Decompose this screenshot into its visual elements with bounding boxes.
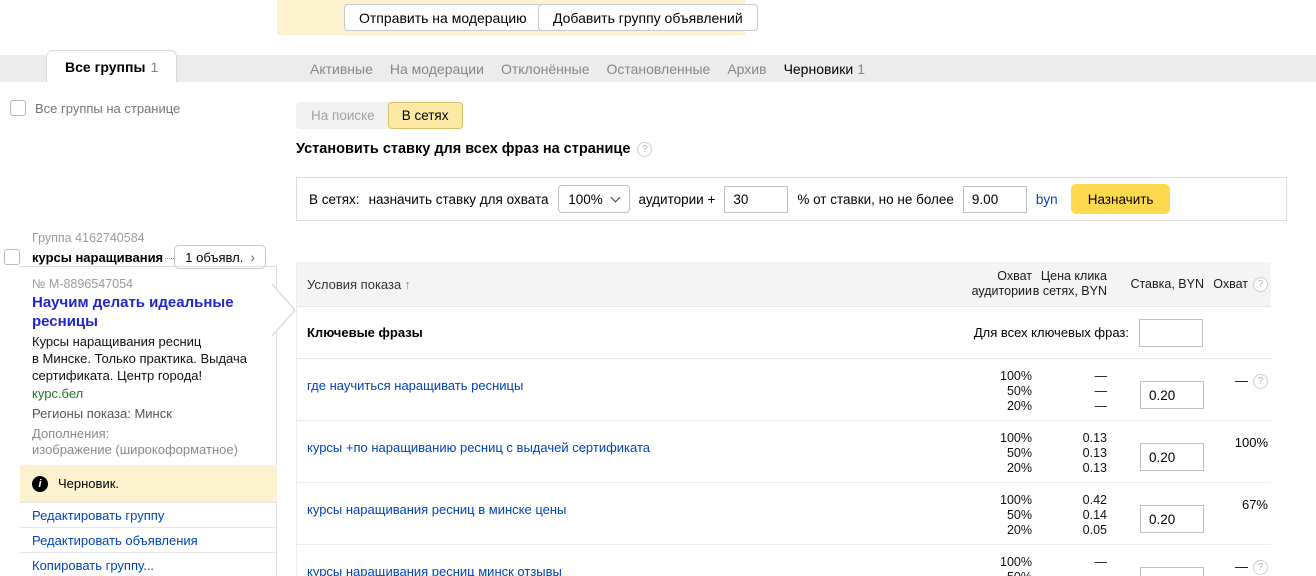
column-conditions-label: Условия показа <box>307 276 402 292</box>
bid-input[interactable] <box>1140 381 1204 409</box>
table-header-row: Условия показа ↑ Охват аудитории Цена кли… <box>297 262 1271 307</box>
tab-rejected[interactable]: Отклонённые <box>501 61 590 77</box>
chevron-right-icon: › <box>250 249 255 265</box>
chevron-down-icon <box>610 192 621 202</box>
ad-number: № М-8896547054 <box>32 277 133 291</box>
assign-button[interactable]: Назначить <box>1070 184 1171 214</box>
send-to-moderation-button[interactable]: Отправить на модерацию <box>344 4 542 31</box>
cpc-values: — — — <box>1094 369 1108 413</box>
coverage-select[interactable]: 100% <box>557 185 630 213</box>
ad-text: Курсы наращивания ресниц в Минске. Тольк… <box>32 334 248 383</box>
column-cpc-label: Цена клика в сетях, BYN <box>1032 269 1107 298</box>
table-row: курсы наращивания ресниц минск отзывы 10… <box>297 545 1271 576</box>
draft-status-text: Черновик. <box>58 476 120 491</box>
column-reach-header: Охват ? <box>1213 276 1272 292</box>
set-bid-heading-text: Установить ставку для всех фраз на стран… <box>296 141 631 157</box>
phrase-link[interactable]: курсы наращивания ресниц минск отзывы <box>307 564 562 576</box>
bid-coverage-text: назначить ставку для охвата <box>368 191 549 207</box>
cpc-values: 0.42 0.14 0.05 <box>1082 493 1107 537</box>
table-row: курсы +по наращиванию ресниц с выдачей с… <box>297 421 1271 483</box>
phrase-link[interactable]: курсы +по наращиванию ресниц с выдачей с… <box>307 440 650 455</box>
coverage-values: 100% 50% 20% <box>1000 431 1032 475</box>
group-actions: Редактировать группу Редактировать объяв… <box>20 502 277 576</box>
bid-max-text: % от ставки, но не более <box>797 191 954 207</box>
help-icon[interactable]: ? <box>1253 374 1268 389</box>
group-card: № М-8896547054 Научим делать идеальные р… <box>20 266 277 576</box>
select-all-groups-row: Все группы на странице <box>10 100 180 116</box>
help-icon[interactable]: ? <box>637 141 653 157</box>
phrase-link[interactable]: где научиться наращивать ресницы <box>307 378 523 393</box>
help-icon[interactable]: ? <box>1253 276 1268 292</box>
currency-label: byn <box>1035 191 1058 207</box>
sort-asc-icon: ↑ <box>404 276 411 292</box>
ad-extensions: Дополнения: изображение (широкоформатное… <box>32 426 238 457</box>
placement-toggle: На поиске В сетях <box>296 102 463 129</box>
reach-cell: — ? <box>1214 545 1272 576</box>
group-id-label: Группа 4162740584 <box>32 231 145 245</box>
column-bid-label: Ставка, BYN <box>1130 276 1204 291</box>
max-bid-input[interactable] <box>962 185 1027 213</box>
column-conditions-sort[interactable]: Условия показа ↑ <box>297 277 952 292</box>
bid-input[interactable] <box>1140 505 1204 533</box>
ad-display-url[interactable]: курс.бел <box>32 386 83 401</box>
edit-group-link[interactable]: Редактировать группу <box>20 502 277 527</box>
coverage-select-value: 100% <box>568 191 603 207</box>
tab-all-groups[interactable]: Все группы 1 <box>46 50 178 82</box>
coverage-values: 100% 50% 20% <box>1000 493 1032 537</box>
ad-regions: Регионы показа: Минск <box>32 406 172 421</box>
tab-stopped[interactable]: Остановленные <box>606 61 710 77</box>
table-row: где научиться наращивать ресницы 100% 50… <box>297 359 1271 421</box>
tab-drafts-count: 1 <box>857 60 865 77</box>
keywords-section-row: Ключевые фразы Для всех ключевых фраз: <box>297 307 1271 359</box>
status-tabs: Активные На модерации Отклонённые Остано… <box>310 55 865 82</box>
bid-assign-panel: В сетях: назначить ставку для охвата 100… <box>296 177 1287 221</box>
tab-all-groups-label: Все группы <box>65 58 146 75</box>
coverage-values: 100% 50% 20% <box>1000 555 1032 576</box>
coverage-values: 100% 50% 20% <box>1000 369 1032 413</box>
bid-input[interactable] <box>1140 567 1204 576</box>
reach-cell: — ? <box>1214 359 1272 420</box>
add-ad-group-button[interactable]: Добавить группу объявлений <box>538 4 758 31</box>
keywords-section-label: Ключевые фразы <box>307 325 423 340</box>
tab-drafts-label: Черновики <box>783 60 854 77</box>
set-bid-heading: Установить ставку для всех фраз на стран… <box>296 141 653 157</box>
bid-prefix: В сетях: <box>309 191 360 207</box>
all-keywords-label: Для всех ключевых фраз: <box>973 325 1129 340</box>
reach-cell: 67% <box>1241 497 1268 512</box>
edit-ads-link[interactable]: Редактировать объявления <box>20 527 277 552</box>
bid-audience-text: аудитории + <box>638 191 716 207</box>
select-all-checkbox[interactable] <box>10 100 26 116</box>
ad-title-link[interactable]: Научим делать идеальные ресницы <box>32 293 244 331</box>
copy-group-link[interactable]: Копировать группу... <box>20 552 277 576</box>
toggle-in-networks[interactable]: В сетях <box>387 102 463 129</box>
phrases-table: Условия показа ↑ Охват аудитории Цена кли… <box>296 262 1271 576</box>
draft-status-banner: i Черновик. <box>20 465 277 502</box>
dotted-connector <box>165 249 175 259</box>
tab-archive[interactable]: Архив <box>727 61 766 77</box>
ad-groups-page: Отправить на модерацию Добавить группу о… <box>0 0 1316 576</box>
tab-drafts[interactable]: Черновики 1 <box>784 61 865 77</box>
selected-group-pointer <box>271 283 296 337</box>
help-icon[interactable]: ? <box>1253 560 1268 575</box>
select-all-label: Все группы на странице <box>35 100 181 116</box>
table-row: курсы наращивания ресниц в минске цены 1… <box>297 483 1271 545</box>
tab-on-moderation[interactable]: На модерации <box>390 61 484 77</box>
tab-active-ads[interactable]: Активные <box>310 61 373 77</box>
percent-of-bid-input[interactable] <box>724 185 789 213</box>
phrase-link[interactable]: курсы наращивания ресниц в минске цены <box>307 502 566 517</box>
group-name-link[interactable]: курсы наращивания <box>32 250 163 265</box>
cpc-values: — — — <box>1094 555 1108 576</box>
cpc-values: 0.13 0.13 0.13 <box>1082 431 1107 475</box>
toggle-on-search[interactable]: На поиске <box>296 102 390 129</box>
group-checkbox[interactable] <box>4 249 20 265</box>
column-reach-label: Охват <box>1213 276 1248 291</box>
all-keywords-bid-input[interactable] <box>1139 318 1203 347</box>
column-coverage-label: Охват аудитории <box>971 269 1032 298</box>
tab-all-groups-count: 1 <box>150 58 159 75</box>
info-icon: i <box>32 475 48 492</box>
ads-count-label: 1 объявл. <box>185 249 244 265</box>
bid-input[interactable] <box>1140 443 1204 471</box>
reach-cell: 100% <box>1234 435 1268 450</box>
